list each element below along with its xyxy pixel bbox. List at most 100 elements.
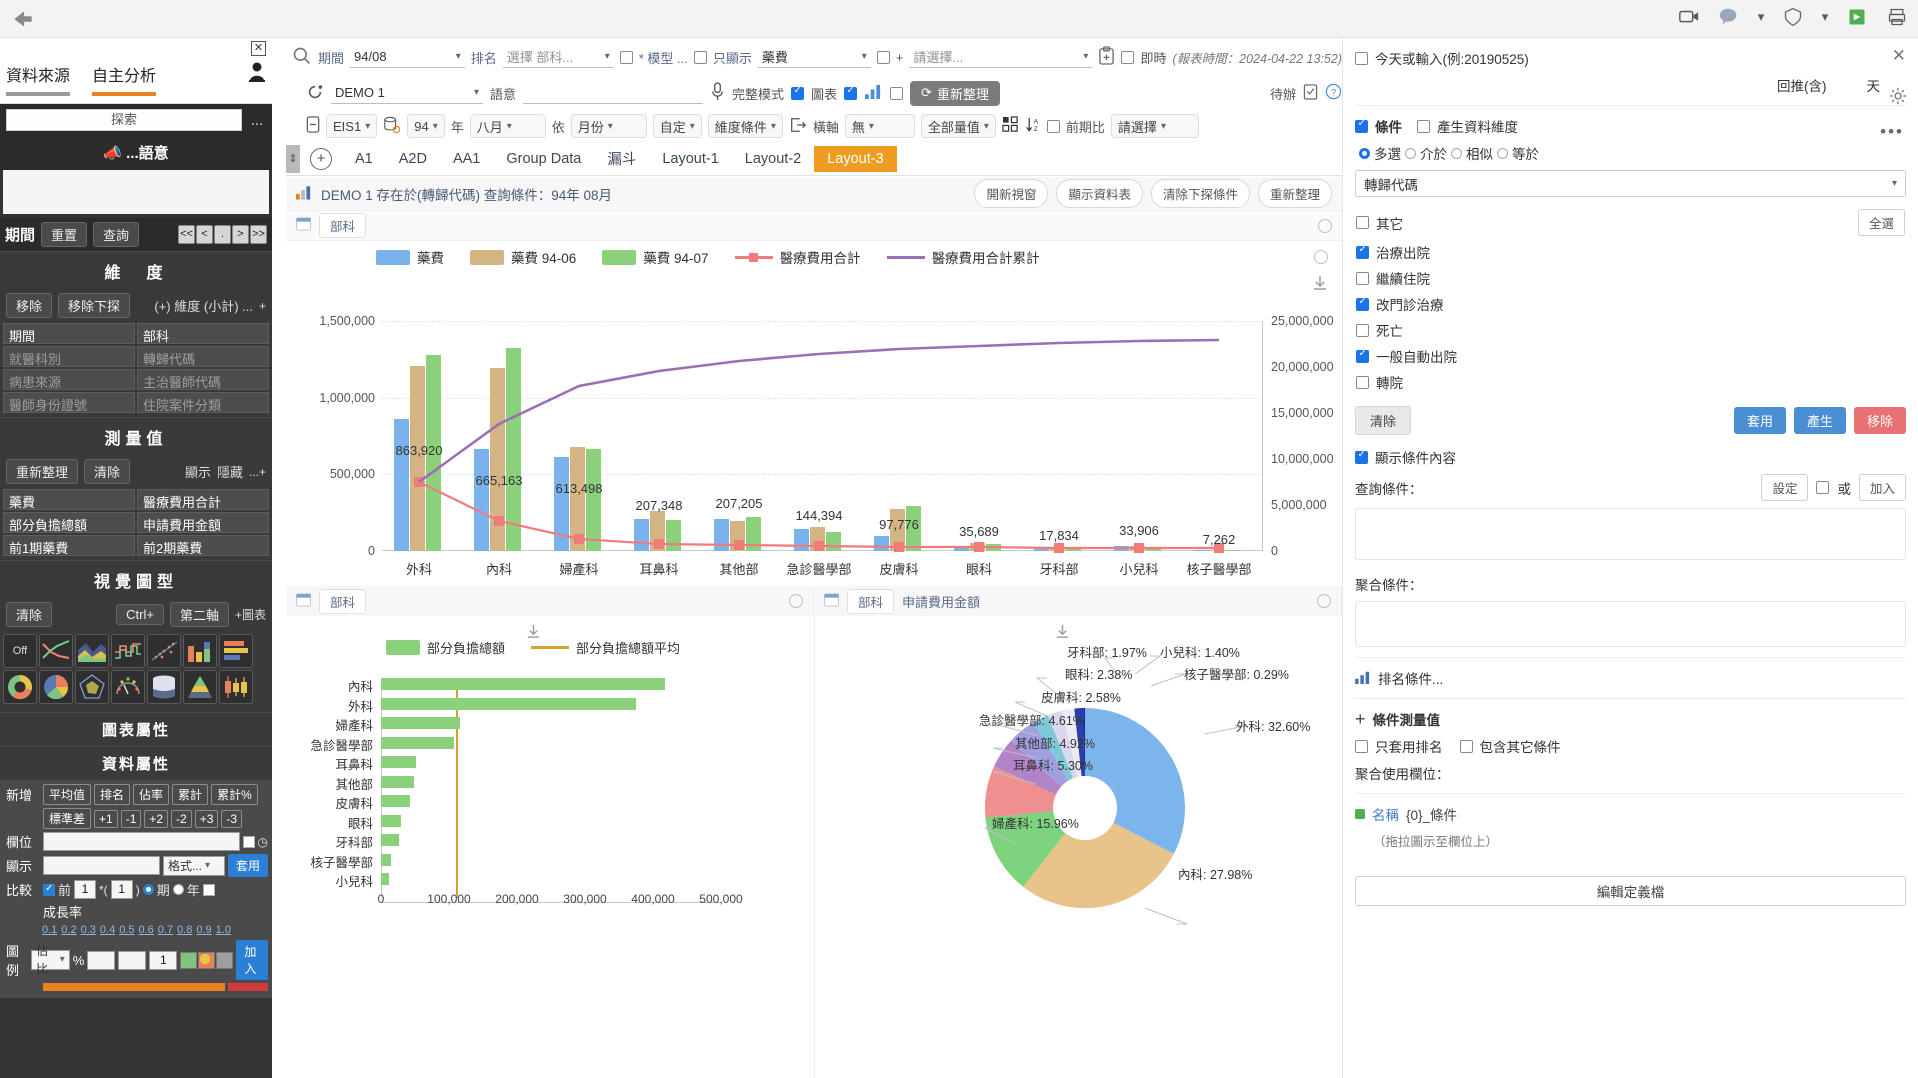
equal-radio[interactable] xyxy=(1497,147,1508,159)
todo-icon[interactable] xyxy=(1303,83,1318,103)
dimension-item-inpatient-class[interactable]: 住院案件分類 xyxy=(137,392,269,413)
hbar-4[interactable] xyxy=(381,756,417,768)
column-chart-icon[interactable] xyxy=(183,634,217,668)
rank-select[interactable]: 選擇 部科... ▾ xyxy=(502,46,614,68)
gauge-chart-icon[interactable] xyxy=(111,670,145,704)
custom-select[interactable]: 自定 ▾ xyxy=(652,114,702,138)
minus1-button[interactable]: -1 xyxy=(120,809,142,828)
grid-select-icon[interactable] xyxy=(1002,116,1019,136)
format-select[interactable]: 格式... ▾ xyxy=(162,855,225,876)
compare-extra-checkbox[interactable] xyxy=(202,883,215,896)
legend-mode-select[interactable]: 佔比 ▾ xyxy=(31,944,70,976)
refresh-button[interactable]: ⟳ 重新整理 xyxy=(910,80,1000,106)
explore-search-input[interactable]: 探索 xyxy=(6,109,242,131)
legend-b-input[interactable] xyxy=(118,950,147,970)
clear-condition-button[interactable]: 清除 xyxy=(1355,406,1412,435)
legend-add-button[interactable]: 加入 xyxy=(236,940,268,980)
cond-checkbox[interactable] xyxy=(1356,296,1369,311)
pct-0-5[interactable]: 0.5 xyxy=(119,924,134,936)
semantic-input[interactable] xyxy=(523,82,704,104)
export-arrow-icon[interactable] xyxy=(789,116,807,137)
expand-icon[interactable] xyxy=(824,592,839,610)
pct-0-1[interactable]: 0.1 xyxy=(42,924,57,936)
only-show-measure-select[interactable]: 藥費 ▾ xyxy=(757,46,871,68)
clock-icon[interactable] xyxy=(789,594,803,608)
apply-button[interactable]: 套用 xyxy=(227,854,268,877)
measure-show-label[interactable]: 顯示 xyxy=(185,462,211,481)
only-show-checkbox[interactable] xyxy=(693,50,707,64)
sidebar-tab-selfanalysis[interactable]: 自主分析 xyxy=(92,62,157,96)
plus2-button[interactable]: +2 xyxy=(144,809,169,828)
pct-0-7[interactable]: 0.7 xyxy=(158,924,173,936)
apply-condition-button[interactable]: 套用 xyxy=(1733,407,1786,434)
rank-button[interactable]: 排名 xyxy=(94,784,131,805)
compare-n2-input[interactable]: 1 xyxy=(110,880,133,899)
visual-add-chart-label[interactable]: +圖表 xyxy=(235,606,266,623)
month-select[interactable]: 八月 ▾ xyxy=(469,114,546,138)
tab-layout-3[interactable]: Layout-3 xyxy=(814,145,897,172)
scatter-chart-icon[interactable] xyxy=(147,634,181,668)
cond-checkbox[interactable] xyxy=(1356,244,1369,259)
dimension-item-outcome-code[interactable]: 轉歸代碼 xyxy=(137,346,269,367)
screen-share-icon[interactable] xyxy=(1676,4,1702,30)
cond-item-auto-discharge[interactable]: 一般自動出院 xyxy=(1356,343,1905,369)
legend-item-total-medical[interactable]: 醫療費用合計 xyxy=(734,247,861,267)
prev-compare-select[interactable]: 請選擇 ▾ xyxy=(1110,114,1199,138)
measure-refresh-button[interactable]: 重新整理 xyxy=(6,459,79,484)
tab-layout-1[interactable]: Layout-1 xyxy=(649,146,731,172)
donut-chart[interactable]: 牙科部: 1.97% 小兒科: 1.40% 眼科: 2.38% 核子醫學部: 0… xyxy=(814,616,1342,1078)
hbar-8[interactable] xyxy=(381,834,399,846)
visual-clear-button[interactable]: 清除 xyxy=(6,602,53,627)
close-icon[interactable]: ✕ xyxy=(251,41,266,56)
shield-check-icon[interactable] xyxy=(1780,4,1806,30)
cond-item-treated-discharge[interactable]: 治療出院 xyxy=(1356,239,1905,265)
measure-item-claim-amount[interactable]: 申請費用金額 xyxy=(137,512,269,533)
pct-0-2[interactable]: 0.2 xyxy=(61,924,76,936)
extension-icon[interactable] xyxy=(1844,4,1870,30)
visual-ctrl-button[interactable]: Ctrl+ xyxy=(116,604,164,625)
dimension-tag[interactable]: 部科 xyxy=(319,213,367,238)
add-condition-button[interactable]: 加入 xyxy=(1858,474,1906,501)
bar-chart-icon[interactable] xyxy=(864,83,883,103)
semantic-input-box[interactable] xyxy=(3,170,269,214)
compare-checkbox[interactable] xyxy=(43,883,55,896)
cond-item-death[interactable]: 死亡 xyxy=(1356,317,1905,343)
select-all-button[interactable]: 全選 xyxy=(1857,209,1905,236)
hbar-1[interactable] xyxy=(381,697,636,710)
hbar-7[interactable] xyxy=(381,814,402,827)
dim-condition-select[interactable]: 維度條件 ▾ xyxy=(707,114,783,138)
sort-az-icon[interactable]: AZ xyxy=(1025,116,1041,136)
tab-a1[interactable]: A1 xyxy=(342,146,386,172)
hbar-2[interactable] xyxy=(381,717,460,729)
legend-num-input[interactable]: 1 xyxy=(149,950,178,970)
minus3-button[interactable]: -3 xyxy=(221,809,243,828)
hbar-5[interactable] xyxy=(381,775,414,788)
realtime-checkbox[interactable] xyxy=(1121,50,1135,64)
only-rank-checkbox[interactable] xyxy=(1355,739,1368,753)
candlestick-chart-icon[interactable] xyxy=(219,670,253,704)
agg-condition-box[interactable] xyxy=(1355,601,1906,647)
today-checkbox[interactable] xyxy=(1355,51,1368,65)
query-condition-box[interactable] xyxy=(1355,508,1906,560)
avg-button[interactable]: 平均值 xyxy=(43,784,92,805)
sidebar-more-icon[interactable]: ... xyxy=(248,112,266,129)
cond-checkbox[interactable] xyxy=(1356,271,1369,285)
hbar-9[interactable] xyxy=(381,853,391,866)
legend-swatch-multi[interactable] xyxy=(198,951,216,969)
expand-icon[interactable] xyxy=(296,217,311,234)
cond-measure-row[interactable]: + 條件測量值 xyxy=(1355,709,1906,729)
chevron-down-icon[interactable]: ▾ xyxy=(1756,4,1766,30)
pct-0-3[interactable]: 0.3 xyxy=(81,924,96,936)
all-measures-select[interactable]: 全部量值 ▾ xyxy=(920,114,996,138)
donut-chart-icon[interactable] xyxy=(3,670,37,704)
row2-left-tag[interactable]: 部科 xyxy=(319,588,367,614)
condition-checkbox[interactable] xyxy=(1355,118,1368,133)
tab-layout-2[interactable]: Layout-2 xyxy=(732,146,814,172)
chart-toggle-checkbox[interactable] xyxy=(844,85,858,100)
search-icon[interactable] xyxy=(292,46,312,69)
plus-icon[interactable]: + xyxy=(1355,710,1366,728)
close-icon[interactable]: ✕ xyxy=(1892,46,1906,66)
clipboard-plus-icon[interactable] xyxy=(1098,46,1115,68)
plus1-button[interactable]: +1 xyxy=(94,809,118,828)
measure-plus-icon[interactable]: ...+ xyxy=(249,465,266,479)
